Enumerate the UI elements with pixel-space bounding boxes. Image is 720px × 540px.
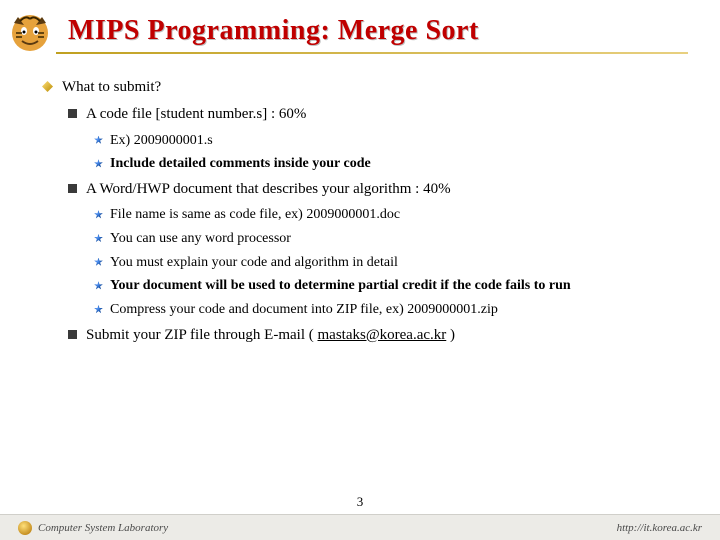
slide-header: MIPS Programming: Merge Sort (0, 0, 720, 58)
email-link[interactable]: mastaks@korea.ac.kr (318, 327, 447, 343)
bullet-text: A code file [student number.s] : 60% (86, 106, 306, 122)
footer-lab-name: Computer System Laboratory (38, 522, 168, 534)
bullet-text: Your document will be used to determine … (110, 278, 571, 293)
tiger-logo-icon (6, 7, 54, 55)
bullet-code-file: A code file [student number.s] : 60% (68, 103, 686, 126)
bullet-doc-filename: File name is same as code file, ex) 2009… (94, 204, 686, 226)
footer-url: http://it.korea.ac.kr (617, 522, 702, 534)
bullet-explain-detail: You must explain your code and algorithm… (94, 252, 686, 274)
bullet-text: You must explain your code and algorithm… (110, 255, 398, 270)
bullet-text: File name is same as code file, ex) 2009… (110, 207, 400, 222)
bullet-text-post: ) (446, 327, 455, 343)
bullet-text: Include detailed comments inside your co… (110, 156, 371, 171)
bullet-code-example: Ex) 2009000001.s (94, 130, 686, 152)
slide-content: What to submit? A code file [student num… (0, 58, 720, 347)
bullet-text: Compress your code and document into ZIP… (110, 302, 498, 317)
korea-logo-icon (18, 521, 32, 535)
footer-left: Computer System Laboratory (18, 521, 168, 535)
slide-title: MIPS Programming: Merge Sort (68, 15, 479, 47)
page-number: 3 (357, 494, 364, 510)
bullet-text: What to submit? (62, 79, 161, 95)
bullet-compress-zip: Compress your code and document into ZIP… (94, 299, 686, 321)
bullet-partial-credit: Your document will be used to determine … (94, 275, 686, 297)
bullet-document: A Word/HWP document that describes your … (68, 178, 686, 201)
bullet-text-pre: Submit your ZIP file through E-mail ( (86, 327, 318, 343)
slide-footer: Computer System Laboratory http://it.kor… (0, 514, 720, 540)
bullet-any-processor: You can use any word processor (94, 228, 686, 250)
slide: MIPS Programming: Merge Sort What to sub… (0, 0, 720, 540)
bullet-text: A Word/HWP document that describes your … (86, 181, 451, 197)
bullet-text: Ex) 2009000001.s (110, 133, 213, 148)
title-underline (56, 52, 688, 54)
bullet-include-comments: Include detailed comments inside your co… (94, 153, 686, 175)
bullet-text: You can use any word processor (110, 231, 291, 246)
bullet-submit-email: Submit your ZIP file through E-mail ( ma… (68, 324, 686, 347)
bullet-what-to-submit: What to submit? (42, 76, 686, 99)
